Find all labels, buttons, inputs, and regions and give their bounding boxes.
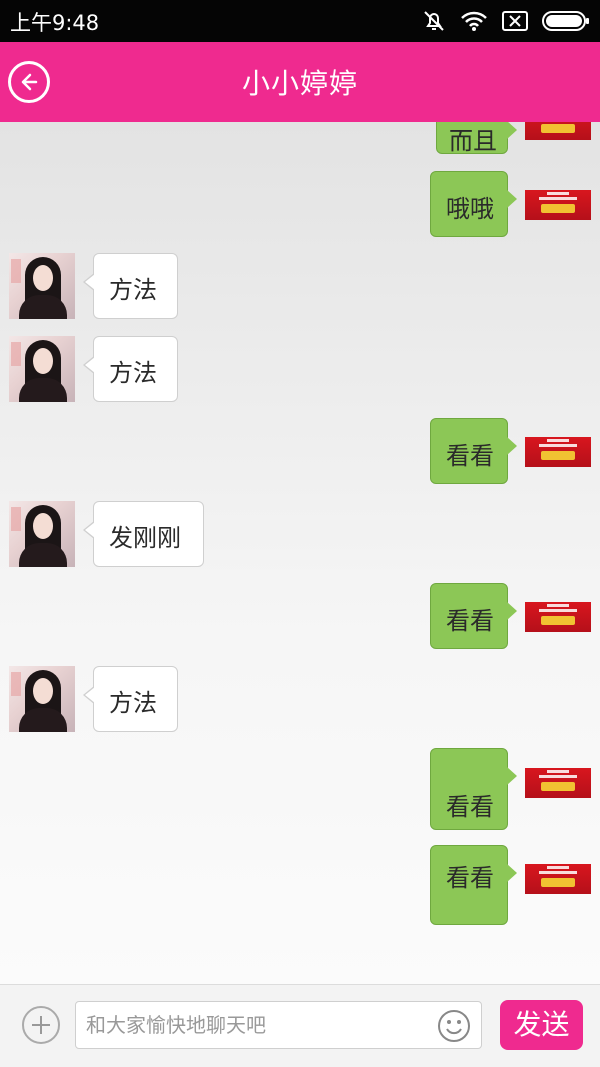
outgoing-message[interactable]: 看看: [430, 418, 517, 484]
self-avatar[interactable]: [525, 190, 591, 220]
bell-off-icon: [422, 9, 446, 33]
message-text: 看看: [446, 607, 494, 635]
self-avatar[interactable]: [525, 768, 591, 798]
plus-circle-icon: [32, 1016, 50, 1034]
message-text: 看看: [446, 793, 494, 821]
incoming-message[interactable]: 方法: [83, 666, 178, 732]
outgoing-message[interactable]: 看看: [430, 845, 517, 925]
status-bar: 上午9:48: [0, 0, 600, 42]
self-avatar[interactable]: [525, 122, 591, 140]
outgoing-message[interactable]: 看看: [430, 583, 517, 649]
chat-message-list[interactable]: 而且 哦哦 方法 方法 看看 发刚刚 看看 方法 看看 看看: [0, 122, 600, 984]
incoming-message[interactable]: 方法: [83, 253, 178, 319]
status-time: 上午9:48: [10, 11, 100, 35]
message-text: 方法: [109, 689, 157, 717]
composer-bar: 发送: [0, 984, 600, 1067]
status-icons: [422, 8, 590, 34]
sim-icon: [502, 11, 528, 31]
contact-avatar[interactable]: [9, 501, 75, 567]
title-bar: 小小婷婷: [0, 42, 600, 122]
message-text: 看看: [446, 442, 494, 470]
message-text: 发刚刚: [109, 524, 181, 552]
contact-avatar[interactable]: [9, 253, 75, 319]
message-input[interactable]: [75, 1001, 482, 1049]
contact-avatar[interactable]: [9, 666, 75, 732]
self-avatar[interactable]: [525, 864, 591, 894]
self-avatar[interactable]: [525, 437, 591, 467]
battery-icon: [542, 10, 590, 32]
outgoing-message[interactable]: 哦哦: [430, 171, 517, 237]
incoming-message[interactable]: 发刚刚: [83, 501, 204, 567]
message-text: 方法: [109, 276, 157, 304]
outgoing-message[interactable]: 看看: [430, 748, 517, 830]
message-text: 看看: [446, 864, 494, 892]
add-button[interactable]: [22, 1006, 60, 1044]
page-title: 小小婷婷: [241, 67, 358, 100]
contact-avatar[interactable]: [9, 336, 75, 402]
message-text: 哦哦: [446, 195, 494, 223]
incoming-message[interactable]: 方法: [83, 336, 178, 402]
smiley-icon: [438, 1010, 470, 1042]
send-button[interactable]: 发送: [500, 1000, 583, 1050]
message-text: 方法: [109, 359, 157, 387]
outgoing-message[interactable]: 而且: [436, 122, 517, 155]
wifi-icon: [460, 10, 488, 32]
message-text: 而且: [449, 127, 497, 155]
self-avatar[interactable]: [525, 602, 591, 632]
emoji-button[interactable]: [437, 1009, 471, 1043]
